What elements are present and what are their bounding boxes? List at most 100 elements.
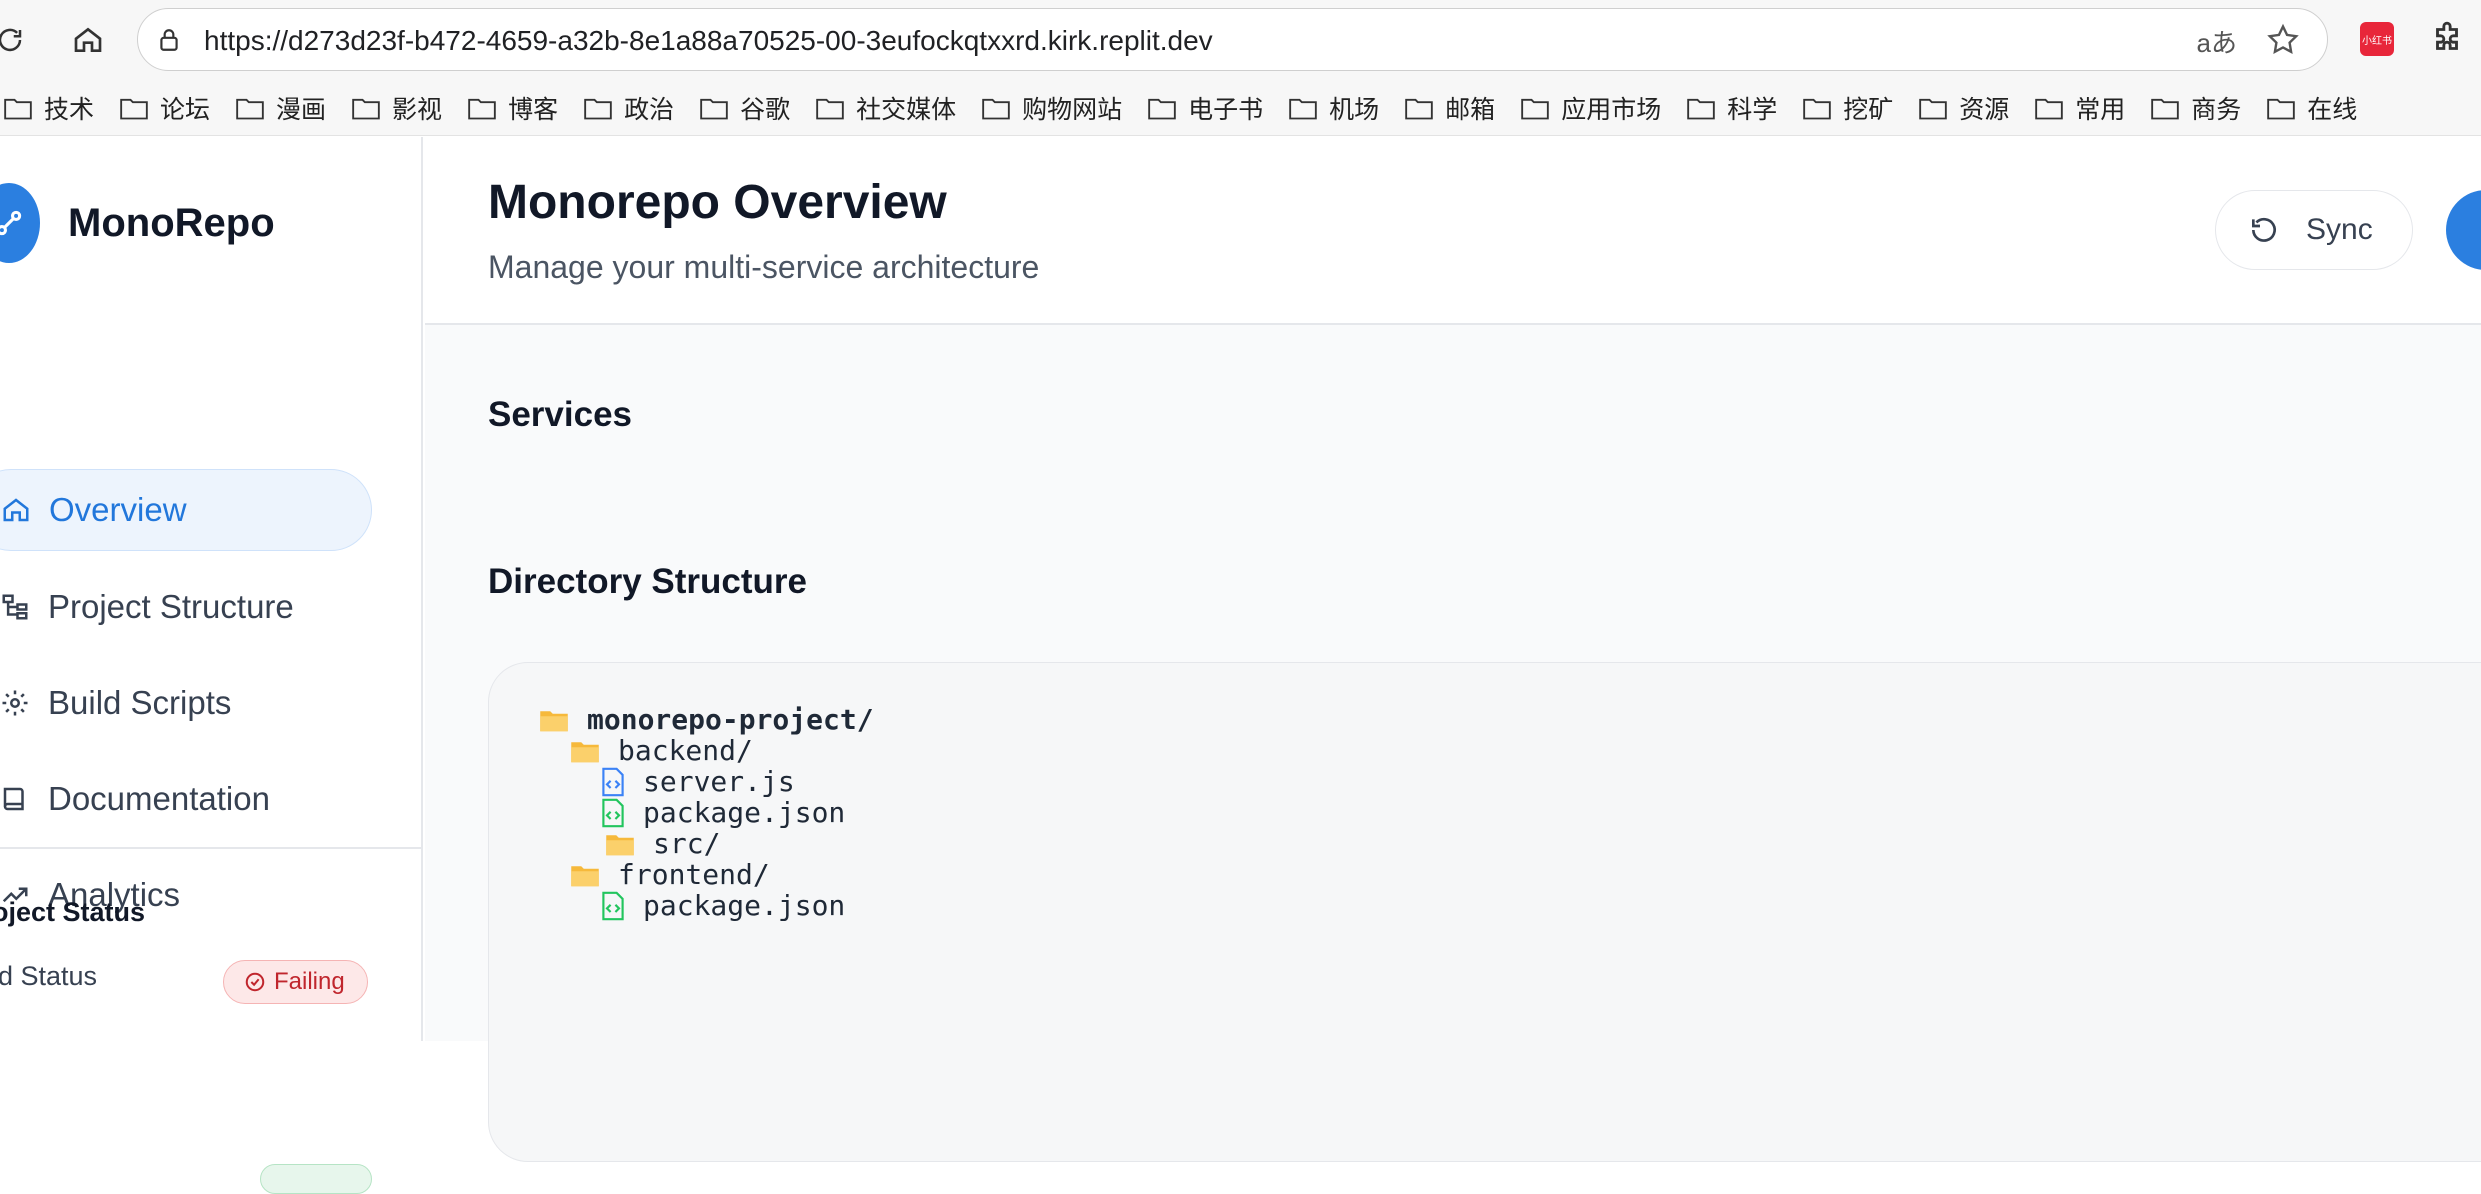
- structure-icon: [0, 592, 30, 622]
- folder-icon: [236, 98, 264, 119]
- status-badge-partial: [260, 1164, 372, 1194]
- sync-button[interactable]: Sync: [2215, 190, 2413, 270]
- status-badge-label: Failing: [274, 968, 345, 995]
- tree-file-item[interactable]: server.js: [601, 765, 795, 798]
- bookmark-label: 漫画: [276, 95, 327, 124]
- bookmark-label: 论坛: [160, 95, 211, 124]
- bookmark-label: 电子书: [1188, 95, 1264, 124]
- reload-icon: [0, 28, 22, 52]
- brand-name: MonoRepo: [68, 200, 275, 245]
- page-header: Monorepo Overview Manage your multi-serv…: [425, 137, 2481, 325]
- bookmark-folder[interactable]: 电子书: [1148, 80, 1264, 135]
- tree-folder-item[interactable]: monorepo-project/: [539, 703, 874, 736]
- bookmark-folder[interactable]: 常用: [2035, 80, 2126, 135]
- sidebar-item-label: Documentation: [48, 780, 270, 817]
- browser-toolbar: https://d273d23f-b472-4659-a32b-8e1a88a7…: [0, 0, 2481, 80]
- bookmark-label: 在线: [2307, 95, 2358, 124]
- bookmark-folder[interactable]: 商务: [2151, 80, 2242, 135]
- check-circle-icon: [245, 972, 265, 992]
- folder-icon: [2151, 98, 2180, 119]
- bookmark-folder[interactable]: 政治: [584, 80, 675, 135]
- folder-icon: [584, 98, 612, 119]
- url-text[interactable]: https://d273d23f-b472-4659-a32b-8e1a88a7…: [204, 25, 1213, 57]
- sidebar-item-project-structure[interactable]: Project Structure: [0, 566, 372, 648]
- tree-folder-item[interactable]: backend/: [570, 734, 753, 767]
- tree-file-item[interactable]: package.json: [601, 889, 845, 922]
- main-content: Monorepo Overview Manage your multi-serv…: [425, 137, 2481, 1162]
- folder-icon: [468, 98, 496, 119]
- folder-icon: [1521, 98, 1549, 119]
- reload-button[interactable]: [0, 18, 30, 62]
- extension-xiaohongshu-icon[interactable]: 小红书: [2360, 22, 2394, 56]
- tree-item-label: server.js: [643, 765, 795, 798]
- bookmark-folder[interactable]: 谷歌: [700, 80, 790, 135]
- bookmark-folder[interactable]: 挖矿: [1803, 80, 1893, 135]
- sidebar-item-overview[interactable]: Overview: [0, 469, 372, 551]
- sidebar: MonoRepo Overview Project Structure Buil…: [0, 137, 423, 1194]
- bookmark-label: 邮箱: [1445, 95, 1496, 124]
- bookmark-label: 技术: [44, 95, 95, 124]
- tree-item-label: src/: [653, 827, 721, 860]
- sidebar-item-documentation[interactable]: Documentation: [0, 758, 372, 840]
- bookmark-folder[interactable]: 社交媒体: [816, 80, 957, 135]
- bookmark-folder[interactable]: 购物网站: [982, 80, 1123, 135]
- directory-tree: monorepo-project/backend/server.js packag…: [488, 662, 2481, 1162]
- brand-logo-icon: [0, 183, 40, 263]
- lock-icon: [160, 29, 178, 51]
- primary-action-button[interactable]: [2446, 190, 2481, 270]
- bookmark-label: 商务: [2191, 95, 2242, 124]
- sidebar-divider: [0, 847, 421, 849]
- folder-icon: [120, 98, 148, 119]
- book-icon: [0, 784, 30, 814]
- bookmark-label: 常用: [2075, 95, 2126, 124]
- project-status-title: oject Status: [0, 897, 146, 927]
- folder-icon: [1919, 98, 1948, 119]
- bookmark-folder[interactable]: 机场: [1289, 80, 1380, 135]
- folder-icon: [571, 741, 599, 762]
- gear-icon: [0, 688, 30, 718]
- page-subtitle: Manage your multi-service architecture: [488, 249, 1040, 285]
- bookmarks-bar: 技术 论坛 漫画 影视 博客 政治 谷歌 社交媒体 购物网站 电子书 机场 邮箱 应用市场 科学 挖矿 资源 常…: [0, 80, 2481, 136]
- bookmark-folder[interactable]: 论坛: [120, 80, 211, 135]
- tree-item-label: frontend/: [618, 858, 770, 891]
- status-badge: Failing: [223, 960, 368, 1004]
- tree-folder-item[interactable]: src/: [605, 827, 720, 860]
- tree-file-item[interactable]: package.json: [601, 796, 845, 829]
- bookmark-folder[interactable]: 漫画: [236, 80, 327, 135]
- sidebar-item-build-scripts[interactable]: Build Scripts: [0, 662, 372, 744]
- bookmark-folder[interactable]: 资源: [1919, 80, 2009, 135]
- translate-icon[interactable]: aあ: [2197, 23, 2237, 60]
- extensions-puzzle-icon[interactable]: [2428, 20, 2466, 58]
- browser-home-icon: [74, 27, 102, 52]
- bookmark-folder[interactable]: 应用市场: [1521, 80, 1661, 135]
- json-file-icon: [602, 891, 624, 920]
- bookmark-folder[interactable]: 博客: [468, 80, 559, 135]
- bookmark-label: 社交媒体: [856, 95, 957, 124]
- bookmark-label: 博客: [508, 95, 559, 124]
- bookmark-folder[interactable]: 在线: [2267, 80, 2358, 135]
- bookmark-folder[interactable]: 影视: [352, 80, 442, 135]
- directory-structure-title: Directory Structure: [488, 562, 807, 601]
- sidebar-item-label: Overview: [49, 491, 187, 528]
- folder-icon: [540, 710, 568, 731]
- home-button[interactable]: [68, 18, 108, 62]
- bookmark-folder[interactable]: 科学: [1687, 80, 1778, 135]
- bookmark-label: 政治: [624, 95, 675, 124]
- folder-icon: [816, 98, 844, 119]
- bookmark-label: 科学: [1727, 95, 1778, 124]
- bookmark-label: 购物网站: [1022, 95, 1123, 124]
- folder-icon: [571, 865, 599, 886]
- bookmark-folder[interactable]: 技术: [4, 80, 95, 135]
- sync-button-label: Sync: [2306, 213, 2373, 246]
- bookmark-label: 机场: [1329, 95, 1380, 124]
- build-status-label: ld Status: [0, 961, 98, 991]
- brand[interactable]: MonoRepo: [0, 183, 275, 263]
- folder-icon: [352, 98, 380, 119]
- bookmark-star-icon[interactable]: [2265, 22, 2301, 58]
- address-bar[interactable]: https://d273d23f-b472-4659-a32b-8e1a88a7…: [137, 8, 2328, 71]
- bookmark-folder[interactable]: 邮箱: [1405, 80, 1496, 135]
- folder-icon: [1687, 98, 1715, 119]
- folder-icon: [1289, 98, 1317, 119]
- folder-icon: [700, 98, 728, 119]
- tree-folder-item[interactable]: frontend/: [570, 858, 770, 891]
